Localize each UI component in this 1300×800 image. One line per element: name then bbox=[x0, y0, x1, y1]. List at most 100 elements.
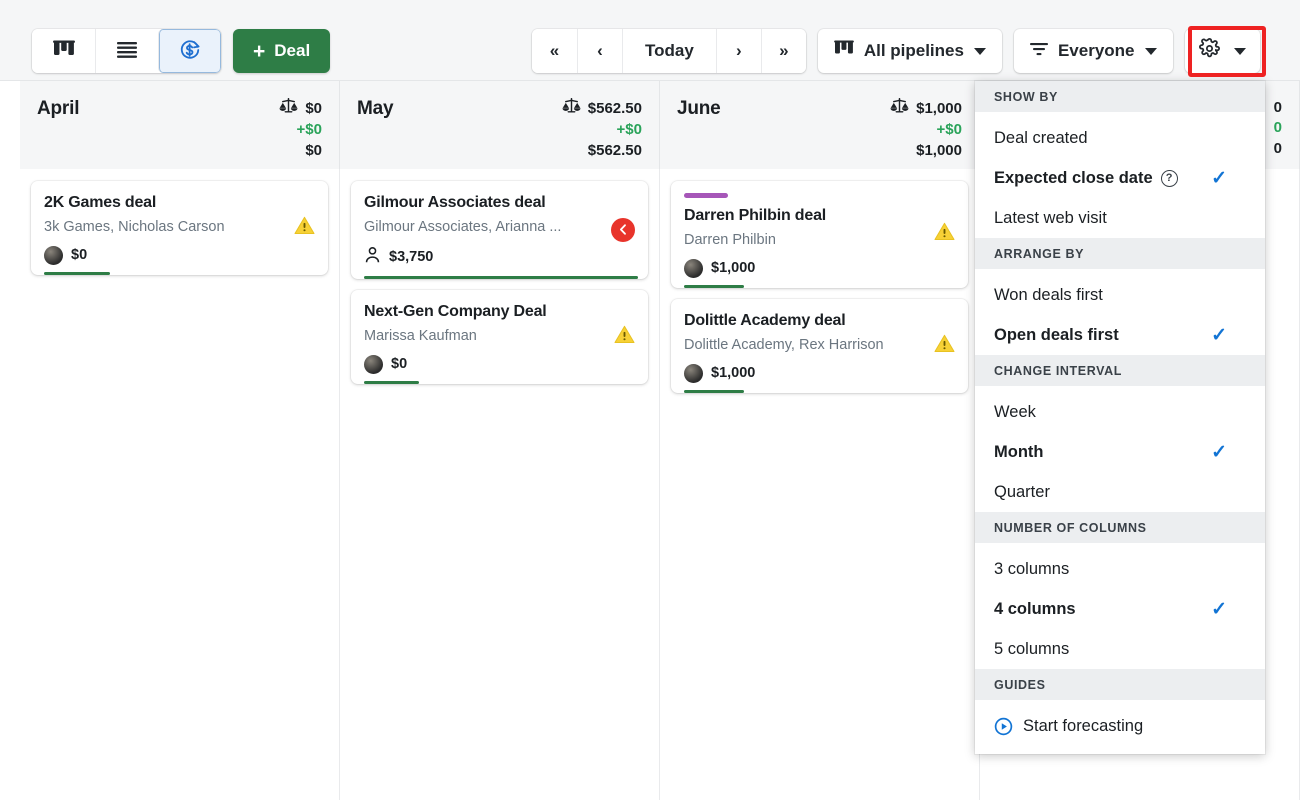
weighted-value: $0 bbox=[305, 99, 322, 119]
menu-item[interactable]: Expected close date?✓ bbox=[975, 158, 1265, 198]
pipeline-filter-label: All pipelines bbox=[864, 41, 964, 61]
menu-item-label: Open deals first bbox=[994, 326, 1119, 345]
view-switcher bbox=[32, 29, 221, 73]
check-icon: ✓ bbox=[1211, 441, 1227, 464]
forecast-view-button[interactable] bbox=[158, 29, 221, 73]
check-icon: ✓ bbox=[1211, 324, 1227, 347]
deal-progress-bar bbox=[44, 272, 110, 275]
column-totals: $562.50+$0$562.50 bbox=[562, 98, 642, 161]
menu-item-label: Week bbox=[994, 403, 1036, 422]
next-button[interactable]: › bbox=[716, 29, 761, 73]
deal-subtitle: Dolittle Academy, Rex Harrison bbox=[684, 336, 955, 355]
jump-first-button[interactable]: « bbox=[532, 29, 577, 73]
column-header: May$562.50+$0$562.50 bbox=[340, 81, 660, 169]
menu-item[interactable]: 4 columns✓ bbox=[975, 589, 1265, 629]
gear-icon bbox=[1199, 38, 1220, 64]
deal-amount: $3,750 bbox=[389, 249, 433, 265]
deal-title: Darren Philbin deal bbox=[684, 206, 955, 226]
chevron-down-icon bbox=[974, 48, 986, 55]
deal-card[interactable]: Dolittle Academy dealDolittle Academy, R… bbox=[671, 299, 968, 393]
warning-triangle-icon bbox=[934, 334, 955, 358]
deal-amount: $0 bbox=[71, 247, 87, 263]
pipeline-view-button[interactable] bbox=[32, 29, 95, 73]
menu-item[interactable]: Latest web visit bbox=[975, 198, 1265, 238]
column-totals: $0+$0$0 bbox=[279, 98, 322, 161]
column-header: April$0+$0$0 bbox=[20, 81, 340, 169]
menu-section-header: CHANGE INTERVAL bbox=[975, 355, 1265, 386]
top-toolbar: + Deal « ‹ Today › » bbox=[0, 0, 1300, 81]
column-totals: 000 bbox=[1274, 98, 1282, 159]
menu-item[interactable]: Won deals first bbox=[975, 275, 1265, 315]
list-view-button[interactable] bbox=[95, 29, 158, 73]
deal-subtitle: Darren Philbin bbox=[684, 231, 955, 250]
menu-item[interactable]: 3 columns bbox=[975, 549, 1265, 589]
user-filter-button[interactable]: Everyone bbox=[1014, 29, 1173, 73]
menu-item-label: 5 columns bbox=[994, 640, 1069, 659]
board-column: 2K Games deal3k Games, Nicholas Carson$0 bbox=[20, 169, 340, 800]
pipeline-icon bbox=[53, 40, 75, 63]
add-deal-button[interactable]: + Deal bbox=[233, 29, 330, 73]
add-deal-label: Deal bbox=[274, 41, 310, 61]
menu-item-label: Won deals first bbox=[994, 286, 1103, 305]
menu-item[interactable]: Deal created bbox=[975, 118, 1265, 158]
total-value: $562.50 bbox=[562, 141, 642, 161]
jump-last-button[interactable]: » bbox=[761, 29, 806, 73]
menu-section-header: GUIDES bbox=[975, 669, 1265, 700]
menu-section-header: ARRANGE BY bbox=[975, 238, 1265, 269]
menu-item-label: Latest web visit bbox=[994, 209, 1107, 228]
weighted-value: $562.50 bbox=[588, 99, 642, 119]
chevron-down-icon[interactable] bbox=[1234, 48, 1246, 55]
avatar bbox=[44, 246, 63, 265]
menu-item[interactable]: Start forecasting bbox=[975, 706, 1265, 746]
deal-card[interactable]: Gilmour Associates dealGilmour Associate… bbox=[351, 181, 648, 279]
avatar bbox=[364, 355, 383, 374]
deal-card[interactable]: Darren Philbin dealDarren Philbin$1,000 bbox=[671, 181, 968, 288]
toolbar-left-group: + Deal bbox=[32, 29, 330, 73]
list-icon bbox=[117, 42, 137, 61]
previous-button[interactable]: ‹ bbox=[577, 29, 622, 73]
menu-section-header: SHOW BY bbox=[975, 81, 1265, 112]
deal-progress-bar bbox=[684, 390, 744, 393]
rotten-back-arrow-icon bbox=[611, 218, 635, 242]
check-icon: ✓ bbox=[1211, 167, 1227, 190]
deal-amount: $0 bbox=[391, 356, 407, 372]
warning-triangle-icon bbox=[294, 216, 315, 240]
person-outline-icon bbox=[364, 246, 381, 269]
deal-progress-bar bbox=[364, 381, 419, 384]
added-value: +$0 bbox=[890, 120, 962, 140]
board-column: Darren Philbin dealDarren Philbin$1,000D… bbox=[660, 169, 980, 800]
plus-icon: + bbox=[253, 41, 265, 62]
deal-card[interactable]: Next-Gen Company DealMarissa Kaufman$0 bbox=[351, 290, 648, 384]
board-settings-button[interactable] bbox=[1185, 29, 1260, 73]
added-value: 0 bbox=[1274, 118, 1282, 138]
pipeline-filter-button[interactable]: All pipelines bbox=[818, 29, 1002, 73]
deal-label-tag bbox=[684, 193, 728, 198]
menu-item[interactable]: Open deals first ✓ bbox=[975, 315, 1265, 355]
column-totals: $1,000+$0$1,000 bbox=[890, 98, 962, 161]
chevron-down-icon bbox=[1145, 48, 1157, 55]
user-filter-label: Everyone bbox=[1058, 41, 1135, 61]
menu-item[interactable]: 5 columns bbox=[975, 629, 1265, 669]
deal-progress-bar bbox=[364, 276, 638, 279]
today-button[interactable]: Today bbox=[622, 29, 716, 73]
total-value: 0 bbox=[1274, 139, 1282, 159]
total-value: $1,000 bbox=[890, 141, 962, 161]
date-navigator: « ‹ Today › » bbox=[532, 29, 806, 73]
menu-item-label: Quarter bbox=[994, 483, 1050, 502]
column-header: June$1,000+$0$1,000 bbox=[660, 81, 980, 169]
added-value: +$0 bbox=[562, 120, 642, 140]
menu-item[interactable]: Quarter bbox=[975, 472, 1265, 512]
deal-card[interactable]: 2K Games deal3k Games, Nicholas Carson$0 bbox=[31, 181, 328, 275]
board-column: Gilmour Associates dealGilmour Associate… bbox=[340, 169, 660, 800]
menu-item[interactable]: Week bbox=[975, 392, 1265, 432]
avatar bbox=[684, 259, 703, 278]
menu-item-label: Deal created bbox=[994, 129, 1088, 148]
menu-item-label: 4 columns bbox=[994, 600, 1076, 619]
deal-subtitle: Marissa Kaufman bbox=[364, 327, 635, 346]
menu-item[interactable]: Month✓ bbox=[975, 432, 1265, 472]
weighted-value: 0 bbox=[1274, 98, 1282, 118]
help-icon[interactable]: ? bbox=[1161, 170, 1178, 187]
board-settings-menu: SHOW BYDeal createdExpected close date?✓… bbox=[975, 81, 1265, 754]
avatar bbox=[684, 364, 703, 383]
forecast-board-page: + Deal « ‹ Today › » bbox=[0, 0, 1300, 800]
